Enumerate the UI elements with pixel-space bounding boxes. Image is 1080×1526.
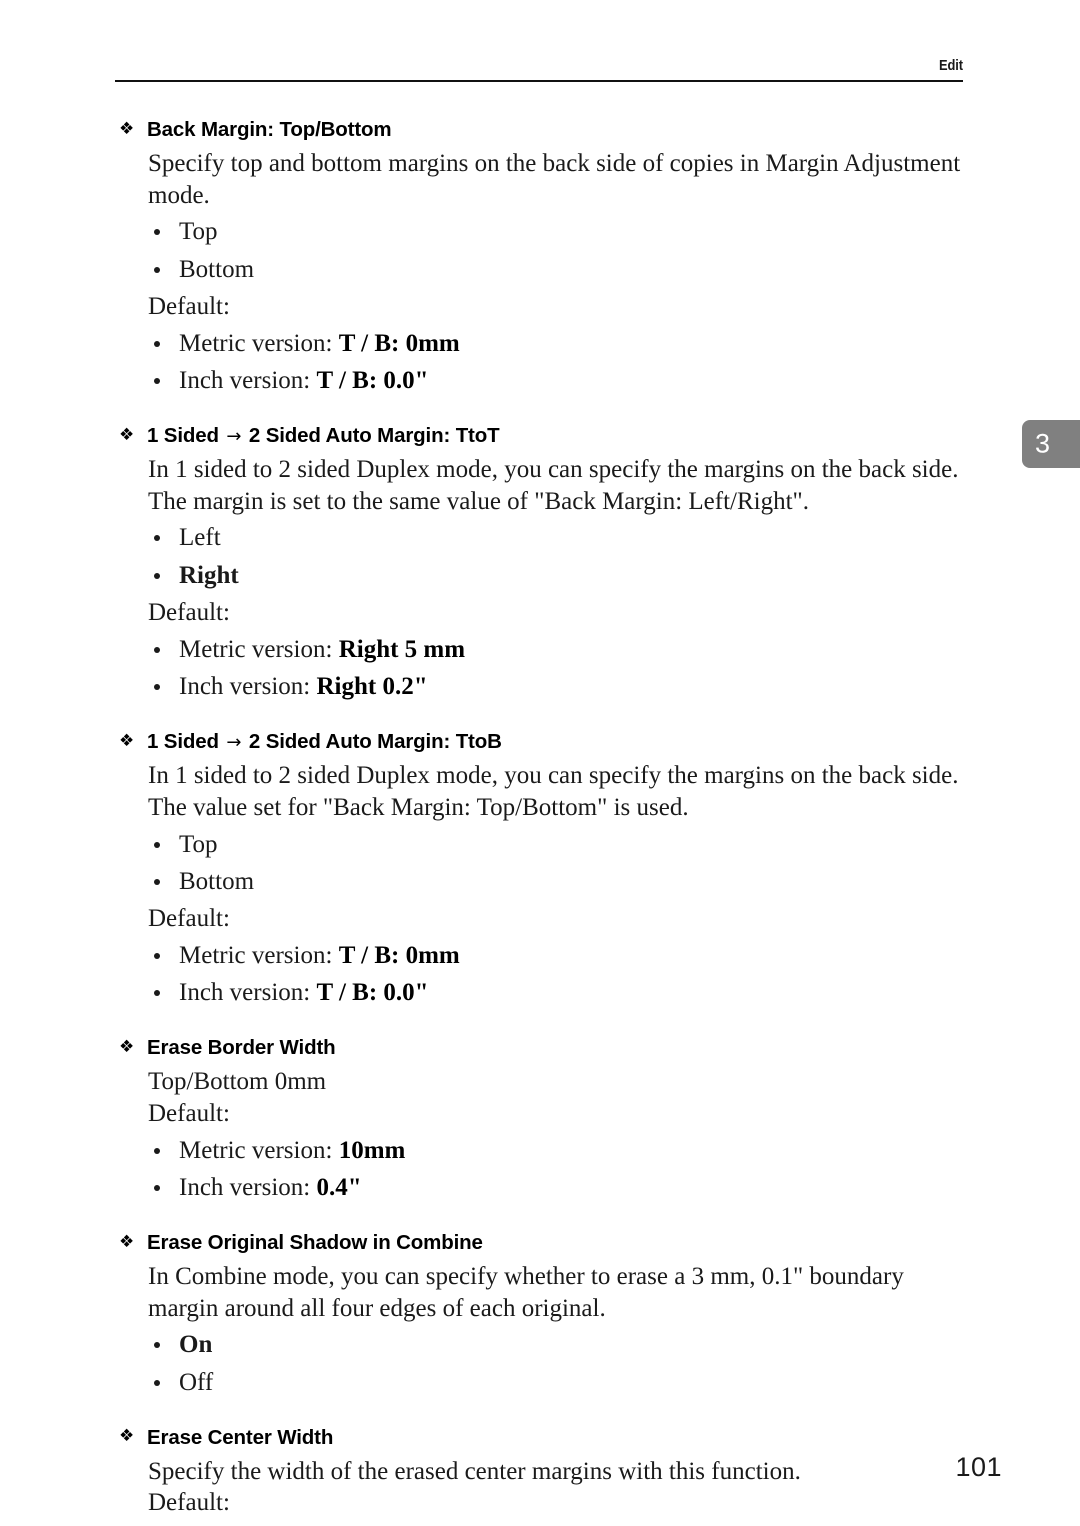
document-page: Edit 3 ❖ Back Margin: Top/Bottom Specify … xyxy=(0,0,1080,1526)
list-item: Bottom xyxy=(119,254,969,285)
list-item: Top xyxy=(119,829,969,860)
section-heading: ❖ Back Margin: Top/Bottom xyxy=(119,118,969,142)
default-label: Default: xyxy=(148,598,230,626)
option-list: Top Bottom xyxy=(119,216,969,285)
default-label-text: Metric version: xyxy=(179,1136,339,1164)
default-label-text: Metric version: xyxy=(179,941,339,969)
chapter-tab-number: 3 xyxy=(1035,428,1051,459)
section-heading-text-pre: 1 Sided xyxy=(147,424,225,448)
default-label-text: Inch version: xyxy=(179,366,317,394)
page-content: ❖ Back Margin: Top/Bottom Specify top and… xyxy=(119,118,969,1526)
section-one-sided-to-two-sided-ttob: ❖ 1 Sided → 2 Sided Auto Margin: TtoB In … xyxy=(119,730,969,1008)
diamond-bullet-icon: ❖ xyxy=(119,1036,135,1057)
section-heading: ❖ 1 Sided → 2 Sided Auto Margin: TtoB xyxy=(119,730,969,754)
section-heading-text: Erase Center Width xyxy=(147,1425,334,1449)
section-heading: ❖ Erase Center Width xyxy=(119,1426,969,1450)
section-heading: ❖ Erase Original Shadow in Combine xyxy=(119,1231,969,1255)
default-label: Default: xyxy=(148,292,230,320)
section-heading-text: Erase Original Shadow in Combine xyxy=(147,1231,483,1255)
section-body-text: In 1 sided to 2 sided Duplex mode, you c… xyxy=(148,455,959,515)
default-list: Metric version: T / B: 0mm Inch version:… xyxy=(119,940,969,1009)
default-list: Metric version: 10mm Inch version: 0.4" xyxy=(119,1135,969,1204)
list-item: Left xyxy=(119,522,969,553)
default-value-text: T / B: 0.0" xyxy=(316,979,429,1007)
section-heading-text-post: 2 Sided Auto Margin: TtoT xyxy=(243,424,500,448)
section-erase-original-shadow-in-combine: ❖ Erase Original Shadow in Combine In Com… xyxy=(119,1231,969,1398)
default-label: Default: xyxy=(148,905,230,933)
option-list: Left Right xyxy=(119,522,969,591)
option-list: Top Bottom xyxy=(119,829,969,898)
chapter-thumb-tab: 3 xyxy=(1022,420,1080,468)
default-label-text: Inch version: xyxy=(179,979,317,1007)
section-heading-text-pre: 1 Sided xyxy=(147,730,225,754)
default-value-text: T / B: 0mm xyxy=(338,329,460,357)
section-erase-center-width: ❖ Erase Center Width Specify the width of… xyxy=(119,1426,969,1526)
default-value-text: T / B: 0mm xyxy=(338,941,460,969)
section-one-sided-to-two-sided-ttot: ❖ 1 Sided → 2 Sided Auto Margin: TtoT In … xyxy=(119,424,969,702)
section-heading-text: Erase Border Width xyxy=(147,1036,336,1060)
list-item: Metric version: T / B: 0mm xyxy=(119,328,969,359)
section-body-text: In 1 sided to 2 sided Duplex mode, you c… xyxy=(148,762,959,821)
list-item: On xyxy=(119,1329,969,1360)
section-heading-text-post: 2 Sided Auto Margin: TtoB xyxy=(243,730,502,754)
right-arrow-icon: → xyxy=(226,732,242,754)
list-item: Metric version: T / B: 0mm xyxy=(119,940,969,971)
section-erase-border-width: ❖ Erase Border Width Top/Bottom 0mm Defau… xyxy=(119,1036,969,1203)
list-item: Metric version: 10mm xyxy=(119,1135,969,1166)
right-arrow-icon: → xyxy=(226,426,242,448)
section-body-text: Specify top and bottom margins on the ba… xyxy=(148,149,961,209)
list-item: Metric version: Right 5 mm xyxy=(119,634,969,665)
list-item: Right xyxy=(119,560,969,591)
page-number: 101 xyxy=(955,1452,1002,1482)
default-list: Metric version: Right 5 mm Inch version:… xyxy=(119,634,969,703)
section-body-text: In Combine mode, you can specify whether… xyxy=(148,1262,904,1322)
default-value-text: Right 5 mm xyxy=(338,635,466,663)
header-chapter-label: Edit xyxy=(938,57,963,74)
default-value-text: T / B: 0.0" xyxy=(316,366,429,394)
section-body-text: Specify the width of the erased center m… xyxy=(148,1457,801,1485)
default-label: Default: xyxy=(148,1099,230,1127)
diamond-bullet-icon: ❖ xyxy=(119,1231,135,1252)
diamond-bullet-icon: ❖ xyxy=(119,730,135,751)
section-heading: ❖ 1 Sided → 2 Sided Auto Margin: TtoT xyxy=(119,424,969,448)
list-item: Bottom xyxy=(119,866,969,897)
default-label-text: Metric version: xyxy=(179,329,339,357)
list-item: Inch version: T / B: 0.0" xyxy=(119,365,969,396)
list-item: Off xyxy=(119,1367,969,1398)
header-divider xyxy=(115,80,963,82)
default-value-text: Right 0.2" xyxy=(316,672,428,700)
default-value-text: 10mm xyxy=(338,1136,406,1164)
list-item: Inch version: 0.4" xyxy=(119,1172,969,1203)
default-value-text: 0.4" xyxy=(316,1173,362,1201)
list-item: Inch version: Right 0.2" xyxy=(119,671,969,702)
default-label: Default: xyxy=(148,1489,230,1517)
section-body-text: Top/Bottom 0mm xyxy=(148,1068,327,1096)
diamond-bullet-icon: ❖ xyxy=(119,424,135,445)
section-heading: ❖ Erase Border Width xyxy=(119,1036,969,1060)
section-heading-text: Back Margin: Top/Bottom xyxy=(147,118,392,141)
diamond-bullet-icon: ❖ xyxy=(119,118,135,139)
list-item: Top xyxy=(119,216,969,247)
running-header: Edit xyxy=(115,58,963,82)
default-list: Metric version: T / B: 0mm Inch version:… xyxy=(119,328,969,397)
default-label-text: Metric version: xyxy=(179,635,339,663)
default-label-text: Inch version: xyxy=(179,1173,317,1201)
option-list: On Off xyxy=(119,1329,969,1398)
section-back-margin-top-bottom: ❖ Back Margin: Top/Bottom Specify top and… xyxy=(119,118,969,396)
diamond-bullet-icon: ❖ xyxy=(119,1426,135,1447)
default-label-text: Inch version: xyxy=(179,672,317,700)
list-item: Inch version: T / B: 0.0" xyxy=(119,977,969,1008)
